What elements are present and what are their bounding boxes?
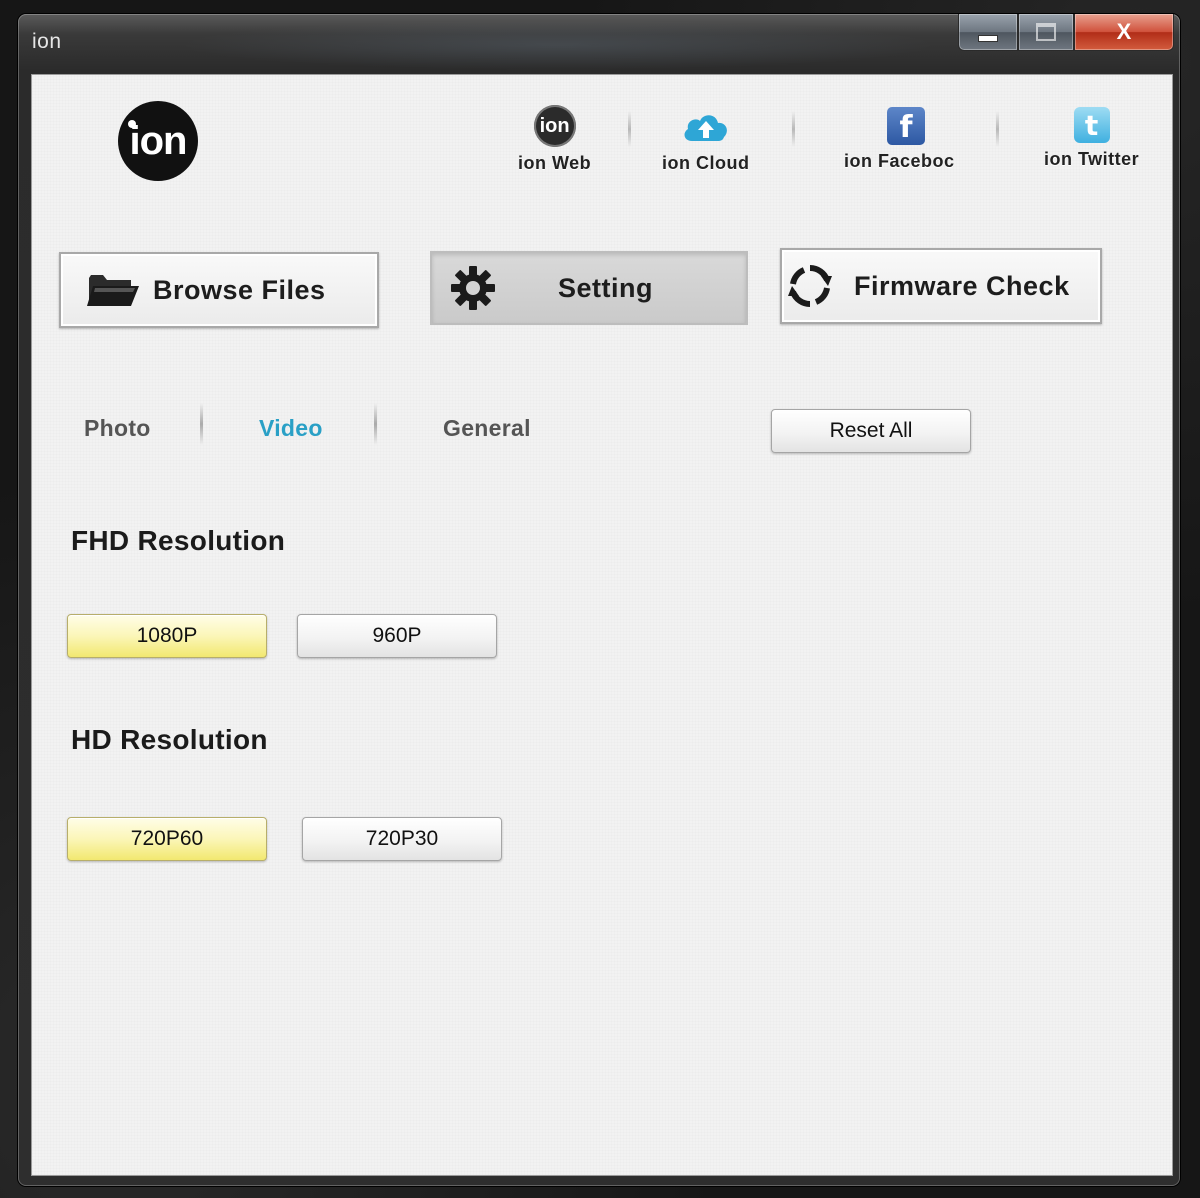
cloud-upload-icon	[684, 115, 727, 141]
link-ion-facebook-label: ion Faceboc	[844, 151, 955, 171]
link-ion-web-label: ion Web	[518, 153, 592, 173]
titlebar-gloss	[178, 20, 938, 70]
hd-resolution-title: HD Resolution	[71, 724, 268, 755]
ion-logo: ion	[118, 101, 198, 181]
reset-all-button[interactable]: Reset All	[771, 409, 971, 453]
minimize-icon	[978, 34, 998, 42]
ion-web-icon: ion	[533, 105, 576, 147]
option-1080p[interactable]: 1080P	[67, 614, 267, 658]
tab-separator	[200, 403, 203, 445]
link-ion-twitter[interactable]: t ion Twitter	[1044, 107, 1139, 170]
folder-icon	[87, 275, 139, 306]
link-ion-twitter-label: ion Twitter	[1044, 149, 1140, 169]
window-title: ion	[32, 30, 62, 53]
link-separator	[628, 111, 631, 147]
tab-separator	[374, 403, 377, 445]
window-controls: X	[958, 14, 1174, 52]
refresh-icon	[788, 264, 832, 308]
link-separator	[792, 111, 795, 147]
tab-photo[interactable]: Photo	[84, 415, 151, 442]
minimize-button[interactable]	[958, 14, 1018, 51]
setting-label: Setting	[558, 272, 653, 303]
option-720p60[interactable]: 720P60	[67, 817, 267, 861]
close-icon: X	[1116, 19, 1132, 44]
facebook-icon: f	[887, 107, 925, 145]
link-separator	[996, 111, 999, 147]
maximize-icon	[1036, 23, 1056, 41]
link-ion-cloud[interactable]: ion Cloud	[662, 107, 749, 174]
link-ion-facebook[interactable]: f ion Faceboc	[844, 107, 968, 172]
link-ion-cloud-label: ion Cloud	[662, 153, 750, 173]
maximize-button[interactable]	[1018, 14, 1074, 51]
gear-icon	[451, 266, 495, 310]
tab-general[interactable]: General	[443, 415, 531, 442]
link-ion-web[interactable]: ion ion Web	[518, 105, 591, 174]
browse-files-label: Browse Files	[153, 274, 326, 305]
option-720p30[interactable]: 720P30	[302, 817, 502, 861]
tab-video[interactable]: Video	[259, 415, 323, 442]
logo-text: ion	[129, 118, 188, 163]
setting-button[interactable]: Setting	[430, 251, 748, 325]
close-button[interactable]: X	[1074, 14, 1174, 51]
logo-dot	[128, 120, 136, 128]
firmware-check-label: Firmware Check	[854, 270, 1070, 301]
client-area: ion ion ion Web ion Cloud f ion Faceboc …	[31, 74, 1173, 1176]
firmware-check-button[interactable]: Firmware Check	[780, 248, 1102, 324]
option-960p[interactable]: 960P	[297, 614, 497, 658]
fhd-resolution-title: FHD Resolution	[71, 525, 286, 556]
twitter-icon: t	[1073, 107, 1110, 143]
browse-files-button[interactable]: Browse Files	[59, 252, 379, 328]
